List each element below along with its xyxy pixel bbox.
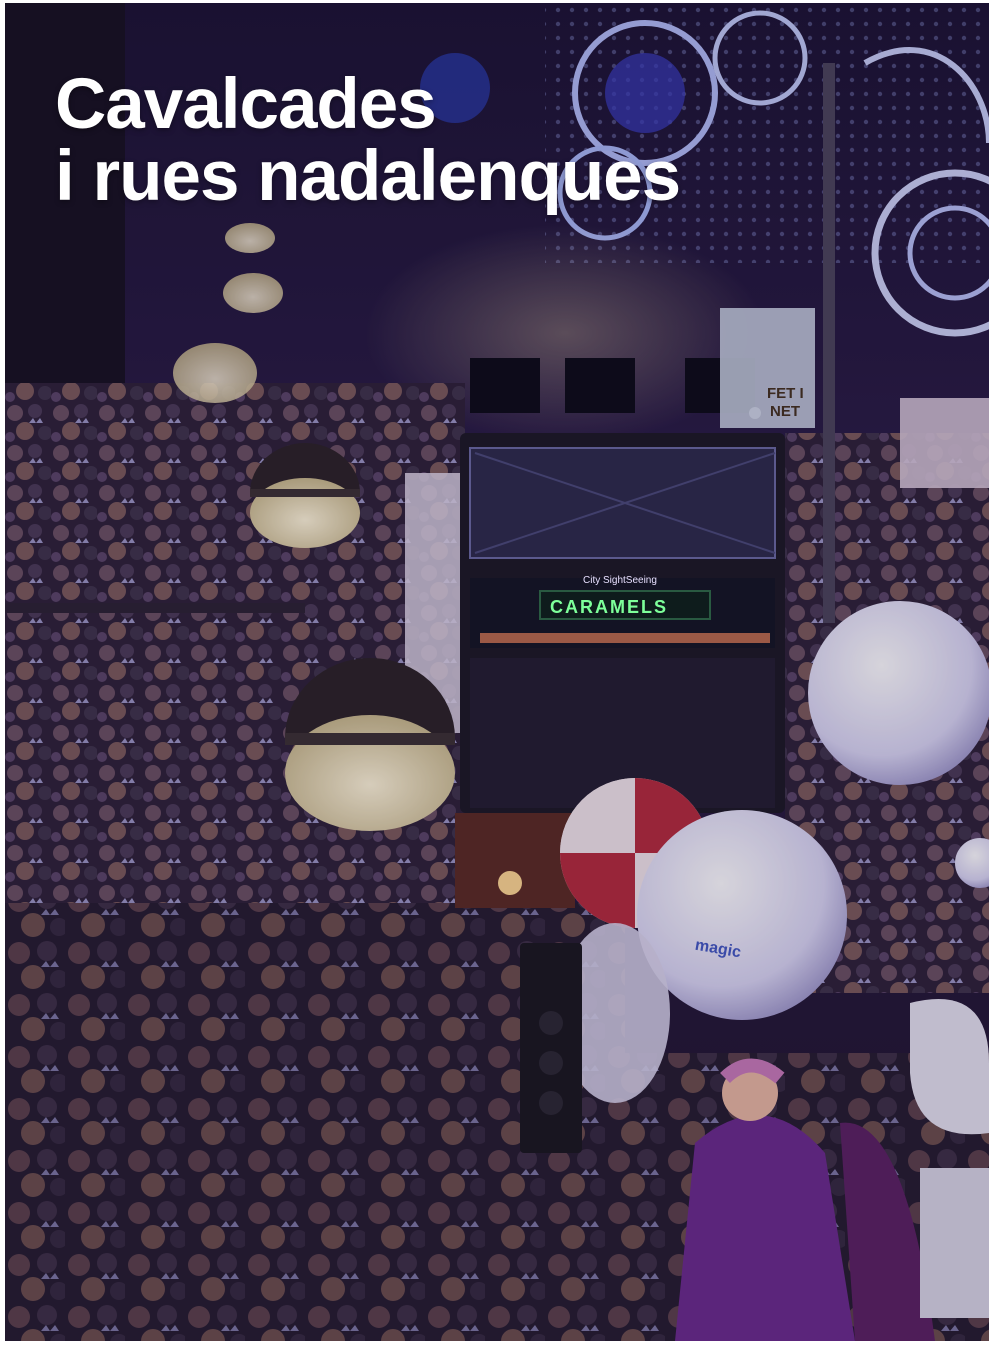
balloon-brand-label: magic — [694, 937, 743, 962]
store-sign-line1: FET I — [767, 385, 804, 402]
hero-photo-frame: CARAMELS City SightSeeing magic FET I NE… — [5, 3, 989, 1341]
page-title-line2: i rues nadalenques — [55, 137, 681, 216]
page-title-line1: Cavalcades — [55, 65, 437, 144]
bus-display-sign: CARAMELS — [550, 597, 668, 617]
bus-brand-label: City SightSeeing — [583, 575, 657, 586]
page-title: Cavalcades i rues nadalenques — [55, 65, 681, 216]
store-sign-line2: NET — [770, 403, 800, 420]
